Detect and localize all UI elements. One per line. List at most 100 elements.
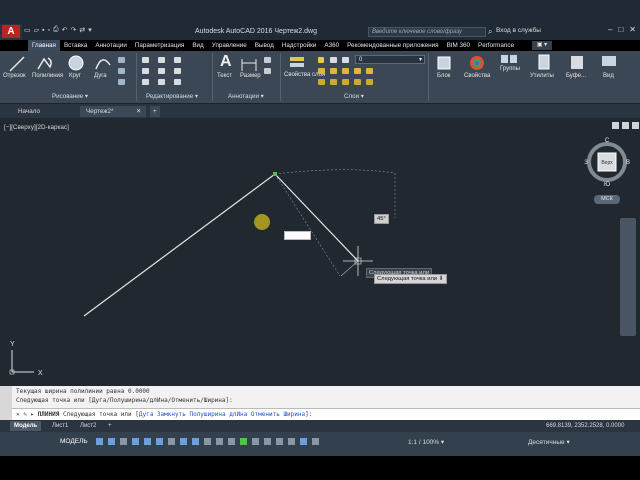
model-space-button[interactable]: МОДЕЛЬ <box>60 438 88 445</box>
dimension-tool-label[interactable]: Размер <box>240 73 261 79</box>
table-tool-icon[interactable] <box>264 68 271 74</box>
circle-tool-label[interactable]: Круг <box>69 73 81 79</box>
command-input[interactable]: ✕ ✎ ▸ ПЛИНИЯ Следующая точка или [Дуга З… <box>12 408 640 420</box>
stretch-tool-icon[interactable] <box>142 79 149 85</box>
infer-constraints-icon[interactable] <box>120 438 127 445</box>
mirror-tool-icon[interactable] <box>158 68 165 74</box>
option-arc[interactable]: Дуга <box>139 411 153 418</box>
tab-insert[interactable]: Вставка <box>60 40 91 51</box>
tab-addins[interactable]: Надстройки <box>278 40 321 51</box>
dynamic-input-length-field[interactable] <box>284 231 311 240</box>
cursor-coordinates[interactable]: 669.8139, 2352.2528, 0.0000 <box>546 423 624 429</box>
layer-freeze-icon[interactable] <box>330 57 337 63</box>
annotation-panel-title[interactable]: Аннотации ▾ <box>228 93 264 100</box>
tab-home[interactable]: Главная <box>28 40 60 51</box>
snap-icon[interactable] <box>108 438 115 445</box>
viewcube-west[interactable]: З <box>584 160 588 166</box>
layer-on-icon[interactable] <box>318 57 324 63</box>
print-icon[interactable]: ⎙ <box>53 26 59 34</box>
file-tab-start[interactable]: Начало <box>12 106 46 117</box>
clipboard-icon[interactable] <box>570 54 584 70</box>
navigation-bar[interactable] <box>620 218 636 336</box>
tab-bim360[interactable]: BIM 360 <box>443 40 474 51</box>
tab-annotate[interactable]: Аннотации <box>91 40 130 51</box>
viewcube[interactable]: Верх С Ю З В <box>584 138 630 188</box>
text-tool-icon[interactable]: A <box>220 53 232 71</box>
layers-panel-title[interactable]: Слои ▾ <box>344 93 364 100</box>
isodraft-icon[interactable] <box>168 438 175 445</box>
polyline-tool-label[interactable]: Полилиния <box>32 73 63 79</box>
option-length[interactable]: длИна <box>229 411 247 418</box>
signin-button[interactable]: Вход в службы <box>496 27 541 34</box>
polyline-tool-icon[interactable] <box>36 55 54 73</box>
option-halfwidth[interactable]: Полуширина <box>189 411 225 418</box>
polar-tracking-icon[interactable] <box>156 438 163 445</box>
rotate-tool-icon[interactable] <box>158 57 165 63</box>
circle-tool-icon[interactable] <box>67 54 85 72</box>
tab-model[interactable]: Модель <box>10 421 42 431</box>
tab-featured-apps[interactable]: Рекомендованные приложения <box>343 40 442 51</box>
object-snap-icon[interactable] <box>192 438 199 445</box>
view-label[interactable]: Вид <box>603 73 614 79</box>
utilities-label[interactable]: Утилиты <box>530 73 554 79</box>
tab-performance[interactable]: Performance <box>474 40 518 51</box>
layer-lock-icon[interactable] <box>342 57 349 63</box>
fillet-tool-icon[interactable] <box>174 68 181 74</box>
block-icon[interactable] <box>435 55 453 71</box>
dynamic-input-icon[interactable] <box>132 438 139 445</box>
transparency-icon[interactable] <box>216 438 223 445</box>
ellipse-tool-icon[interactable] <box>118 79 125 85</box>
minimize-icon[interactable]: – <box>608 25 612 34</box>
draw-panel-title[interactable]: Рисование ▾ <box>52 93 88 100</box>
groups-icon[interactable] <box>500 54 518 66</box>
utilities-icon[interactable] <box>538 54 550 70</box>
layer-tool-icon[interactable] <box>330 79 337 85</box>
maximize-icon[interactable]: □ <box>618 25 623 34</box>
qat-dropdown-icon[interactable]: ▾ <box>88 26 92 34</box>
viewcube-east[interactable]: В <box>626 160 630 166</box>
layer-dropdown[interactable]: 0 ▾ <box>355 55 425 64</box>
lineweight-icon[interactable] <box>204 438 211 445</box>
dimension-tool-icon[interactable] <box>240 55 258 73</box>
hatch-tool-icon[interactable] <box>118 68 125 74</box>
units-dropdown[interactable]: Десятичные ▾ <box>528 438 570 446</box>
file-tab-close-icon[interactable]: ✕ <box>136 106 141 117</box>
command-line-handle[interactable] <box>0 386 12 420</box>
command-close-icon[interactable]: ✕ ✎ ▸ <box>16 411 34 418</box>
open-icon[interactable]: ▱ <box>34 26 39 34</box>
layer-tool-icon[interactable] <box>318 68 325 74</box>
properties-label[interactable]: Свойства <box>464 73 490 79</box>
dynamic-ucs-icon[interactable] <box>252 438 259 445</box>
groups-label[interactable]: Группы <box>500 66 520 72</box>
tab-layout2[interactable]: Лист2 <box>76 421 100 431</box>
grid-icon[interactable] <box>96 438 103 445</box>
viewcube-face[interactable]: Верх <box>601 160 613 166</box>
share-icon[interactable]: ⇄ <box>79 26 85 34</box>
polyline-segments[interactable] <box>83 173 359 317</box>
gizmo-icon[interactable] <box>276 438 283 445</box>
layer-tool-icon[interactable] <box>318 79 325 85</box>
redo-icon[interactable]: ↷ <box>70 26 76 34</box>
selection-cycling-icon[interactable] <box>228 438 235 445</box>
tooltip-arrow-icon[interactable]: ⬇ <box>439 276 444 282</box>
properties-icon[interactable] <box>468 54 486 72</box>
layer-tool-icon[interactable] <box>342 79 349 85</box>
selection-filter-icon[interactable] <box>264 438 271 445</box>
annotation-visibility-icon[interactable] <box>288 438 295 445</box>
scale-tool-icon[interactable] <box>158 79 165 85</box>
option-close[interactable]: Замкнуть <box>157 411 186 418</box>
3d-osnap-icon[interactable] <box>240 438 247 445</box>
move-tool-icon[interactable] <box>142 57 149 63</box>
layer-tool-icon[interactable] <box>366 79 373 85</box>
new-layout-plus-icon[interactable]: + <box>104 421 116 431</box>
tab-parametric[interactable]: Параметризация <box>131 40 188 51</box>
layer-tool-icon[interactable] <box>330 68 337 74</box>
annotation-scale-dropdown[interactable]: 1:1 / 100% ▾ <box>408 438 444 446</box>
new-icon[interactable]: ▭ <box>24 26 31 34</box>
ortho-icon[interactable] <box>144 438 151 445</box>
layer-tool-icon[interactable] <box>366 68 373 74</box>
arc-tool-icon[interactable] <box>94 55 112 73</box>
tab-view[interactable]: Вид <box>188 40 207 51</box>
search-icon[interactable]: ⌕ <box>488 27 492 37</box>
leader-tool-icon[interactable] <box>264 57 271 63</box>
